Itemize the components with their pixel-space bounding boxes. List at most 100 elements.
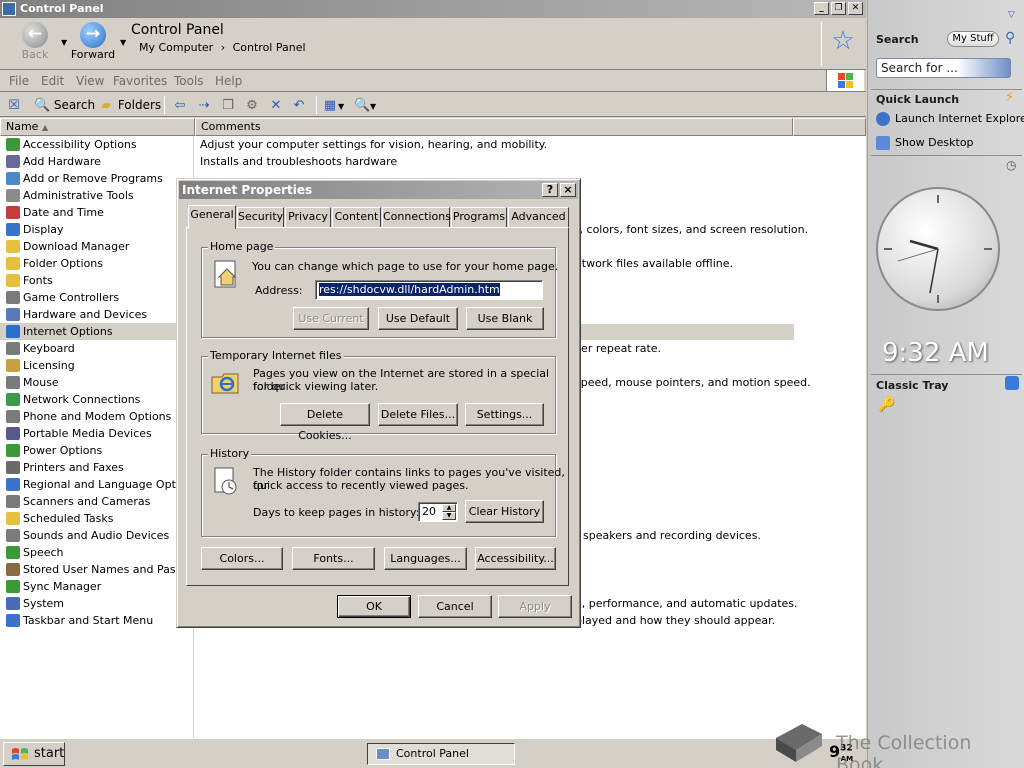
use-default-button[interactable]: Use Default xyxy=(378,307,458,330)
toolbar-copy-to-button[interactable]: ❐ xyxy=(220,96,236,114)
favorites-star-icon[interactable]: ☆ xyxy=(829,26,857,56)
colors-button[interactable]: Colors... xyxy=(201,547,283,570)
breadcrumb-my-computer[interactable]: My Computer xyxy=(139,41,213,54)
control-panel-item[interactable]: Fonts xyxy=(0,272,194,289)
home-page-address-input[interactable]: res://shdocvw.dll/hardAdmin.htm xyxy=(315,280,543,300)
toolbar-move-to-button[interactable]: ⇢ xyxy=(196,96,212,114)
control-panel-item[interactable]: Game Controllers xyxy=(0,289,194,306)
menu-tools[interactable]: Tools xyxy=(174,74,204,88)
control-panel-item[interactable]: Add Hardware xyxy=(0,153,194,170)
delete-files-button[interactable]: Delete Files... xyxy=(378,403,458,426)
back-button[interactable]: ← Back xyxy=(18,22,52,61)
my-stuff-button[interactable]: My Stuff xyxy=(947,31,999,47)
toolbar-folders-button[interactable]: ▰ Folders xyxy=(98,96,161,114)
control-panel-item[interactable]: Download Manager xyxy=(0,238,194,255)
window-titlebar[interactable]: Control Panel _ ❐ ✕ xyxy=(0,0,866,18)
apply-button[interactable]: Apply xyxy=(498,595,572,618)
control-panel-item[interactable]: Power Options xyxy=(0,442,194,459)
toolbar-delete-button[interactable]: ✕ xyxy=(268,96,284,114)
sidebar-collapse-icon[interactable]: ▽ xyxy=(1008,10,1015,20)
days-to-keep-spinner[interactable]: 20 ▲ ▼ xyxy=(418,502,458,522)
tab-advanced[interactable]: Advanced xyxy=(508,207,569,227)
use-blank-button[interactable]: Use Blank xyxy=(466,307,544,330)
control-panel-item[interactable]: Printers and Faxes xyxy=(0,459,194,476)
control-panel-item[interactable]: Portable Media Devices xyxy=(0,425,194,442)
minimize-button[interactable]: _ xyxy=(814,2,829,15)
toolbar-up-button[interactable]: ⇦ xyxy=(172,96,188,114)
control-panel-item[interactable]: Regional and Language Options xyxy=(0,476,194,493)
control-panel-item[interactable]: Sync Manager xyxy=(0,578,194,595)
tab-security[interactable]: Security xyxy=(237,207,284,227)
control-panel-item[interactable]: Taskbar and Start Menu xyxy=(0,612,194,629)
name-column: Accessibility Options Add Hardware Add or … xyxy=(0,136,194,738)
languages-button[interactable]: Languages... xyxy=(384,547,467,570)
control-panel-item[interactable]: Speech xyxy=(0,544,194,561)
tab-programs[interactable]: Programs xyxy=(451,207,507,227)
close-button[interactable]: ✕ xyxy=(848,2,863,15)
start-button[interactable]: start xyxy=(3,742,65,766)
quick-launch-show-desktop[interactable]: Show Desktop xyxy=(876,136,974,150)
use-current-button[interactable]: Use Current xyxy=(293,307,369,330)
menu-file[interactable]: File xyxy=(9,74,29,88)
toolbar-undo-button[interactable]: ↶ xyxy=(291,96,307,114)
accessibility-button[interactable]: Accessibility... xyxy=(475,547,556,570)
clear-history-button[interactable]: Clear History xyxy=(465,500,544,523)
control-panel-item[interactable]: Phone and Modem Options xyxy=(0,408,194,425)
control-panel-item-comment: speed, mouse pointers, and motion speed. xyxy=(575,376,811,389)
ok-button[interactable]: OK xyxy=(337,595,411,618)
control-panel-item[interactable]: Scanners and Cameras xyxy=(0,493,194,510)
sidebar-search-input[interactable]: Search for ... xyxy=(876,58,1011,78)
control-panel-item[interactable]: Administrative Tools xyxy=(0,187,194,204)
spin-up-icon[interactable]: ▲ xyxy=(442,504,456,512)
control-panel-item[interactable]: Stored User Names and Passwo xyxy=(0,561,194,578)
divider xyxy=(871,155,1022,156)
menu-help[interactable]: Help xyxy=(215,74,242,88)
toolbar-close-pane-button[interactable]: ☒ xyxy=(6,96,22,114)
control-panel-item[interactable]: Folder Options xyxy=(0,255,194,272)
control-panel-item[interactable]: Keyboard xyxy=(0,340,194,357)
forward-dropdown-icon[interactable]: ▼ xyxy=(120,38,126,47)
control-panel-item[interactable]: Display xyxy=(0,221,194,238)
menu-edit[interactable]: Edit xyxy=(41,74,64,88)
control-panel-item[interactable]: Scheduled Tasks xyxy=(0,510,194,527)
toolbar-search-options-button[interactable]: 🔍▼ xyxy=(354,96,376,114)
column-header-name[interactable]: Name ▲ xyxy=(0,118,195,136)
settings-button[interactable]: Settings... xyxy=(465,403,544,426)
dialog-titlebar[interactable]: Internet Properties ? × xyxy=(179,181,578,199)
spin-down-icon[interactable]: ▼ xyxy=(442,512,456,520)
help-button[interactable]: ? xyxy=(542,183,558,197)
restore-button[interactable]: ❐ xyxy=(831,2,846,15)
fonts-button[interactable]: Fonts... xyxy=(292,547,375,570)
control-panel-item[interactable]: Internet Options xyxy=(0,323,194,340)
taskbar-control-panel-button[interactable]: Control Panel xyxy=(367,743,515,765)
control-panel-item[interactable]: Add or Remove Programs xyxy=(0,170,194,187)
toolbar-properties-button[interactable]: ⚙ xyxy=(244,96,260,114)
control-panel-item[interactable]: Mouse xyxy=(0,374,194,391)
tab-content[interactable]: Content xyxy=(332,207,381,227)
control-panel-item[interactable]: System xyxy=(0,595,194,612)
control-panel-item[interactable]: Accessibility Options xyxy=(0,136,194,153)
tab-connections[interactable]: Connections xyxy=(382,207,451,227)
quick-launch-internet-explorer[interactable]: Launch Internet Explore xyxy=(876,112,1024,126)
toolbar-search-button[interactable]: 🔍 Search xyxy=(34,96,95,114)
control-panel-item[interactable]: Network Connections xyxy=(0,391,194,408)
menu-view[interactable]: View xyxy=(76,74,104,88)
cancel-button[interactable]: Cancel xyxy=(418,595,492,618)
back-dropdown-icon[interactable]: ▼ xyxy=(61,38,67,47)
toolbar-views-button[interactable]: ▦ ▼ xyxy=(322,96,344,114)
control-panel-item[interactable]: Sounds and Audio Devices xyxy=(0,527,194,544)
breadcrumb-control-panel[interactable]: Control Panel xyxy=(233,41,306,54)
delete-cookies-button[interactable]: Delete Cookies... xyxy=(280,403,370,442)
tab-general[interactable]: General xyxy=(188,205,236,229)
control-panel-item[interactable]: Date and Time xyxy=(0,204,194,221)
forward-button[interactable]: → Forward xyxy=(70,22,116,61)
column-header-comments[interactable]: Comments xyxy=(195,118,793,136)
control-panel-item-label: Regional and Language Options xyxy=(23,478,194,491)
control-panel-item[interactable]: Licensing xyxy=(0,357,194,374)
tab-privacy[interactable]: Privacy xyxy=(285,207,331,227)
sidebar-search-icon[interactable]: ⚲ xyxy=(1005,30,1015,46)
tray-keys-icon[interactable]: 🔑 xyxy=(878,397,895,413)
control-panel-item[interactable]: Hardware and Devices xyxy=(0,306,194,323)
menu-favorites[interactable]: Favorites xyxy=(113,74,167,88)
dialog-close-button[interactable]: × xyxy=(560,183,576,197)
